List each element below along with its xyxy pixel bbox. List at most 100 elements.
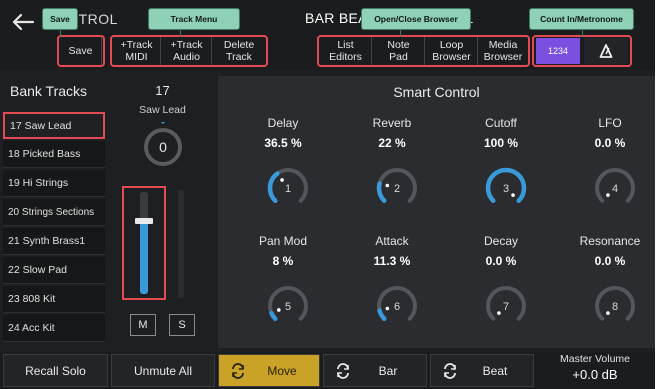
knob-label: Attack <box>375 234 409 248</box>
master-volume-label: Master Volume <box>559 353 631 365</box>
master-volume-value[interactable]: +0.0 dB <box>540 367 650 382</box>
knob-index: 1 <box>285 183 291 195</box>
knob-pointer <box>385 183 390 188</box>
recall-solo-button[interactable]: Recall Solo <box>3 354 108 387</box>
pan-knob-value: 0 <box>159 139 167 155</box>
mute-button[interactable]: M <box>130 314 156 336</box>
smart-control-panel: Smart Control Delay 36.5 % 1 Reverb 22 % 2 Cut… <box>218 76 655 348</box>
knob-value: 8 % <box>272 254 294 268</box>
callout-count-in: Count In/Metronome <box>529 8 634 30</box>
knob-pointer <box>385 306 390 311</box>
track-item-20[interactable]: 20 Strings Sections <box>3 199 105 226</box>
move-label: Move <box>267 363 297 378</box>
cycle-icon <box>444 363 456 379</box>
track-menu-highlight <box>110 35 268 67</box>
bank-tracks-panel: Bank Tracks 17 Saw Lead 18 Picked Bass 1… <box>0 78 108 348</box>
knob-value: 22 % <box>378 136 406 150</box>
knob-dial[interactable]: 7 <box>476 276 536 336</box>
channel-name: Saw Lead <box>139 104 186 116</box>
track-item-22[interactable]: 22 Slow Pad <box>3 257 105 284</box>
knob-index: 8 <box>612 301 618 313</box>
knob-index: 4 <box>612 183 618 195</box>
knob-pan-mod[interactable]: Pan Mod 8 % 5 <box>233 234 343 344</box>
knob-cutoff[interactable]: Cutoff 100 % 3 <box>451 116 561 226</box>
knob-value: 100 % <box>483 136 519 150</box>
callout-track-menu-stem <box>180 30 181 37</box>
knob-reverb[interactable]: Reverb 22 % 2 <box>342 116 452 226</box>
knob-label: Resonance <box>579 234 641 248</box>
knob-decay[interactable]: Decay 0.0 % 7 <box>451 234 561 344</box>
track-item-24[interactable]: 24 Acc Kit <box>3 315 105 342</box>
knob-lfo[interactable]: LFO 0.0 % 4 <box>560 116 655 226</box>
beat-label: Beat <box>482 363 508 378</box>
knob-label: Delay <box>267 116 299 130</box>
knob-level-arc <box>269 310 278 321</box>
knob-value: 0.0 % <box>485 254 517 268</box>
knob-label: LFO <box>598 116 622 130</box>
fader-handle[interactable] <box>135 217 153 224</box>
knob-pointer <box>277 308 281 312</box>
knob-level-arc <box>377 308 387 321</box>
knob-value: 36.5 % <box>264 136 302 150</box>
knob-dial[interactable]: 2 <box>367 158 427 218</box>
channel-number: 17 <box>155 83 170 98</box>
knob-pointer <box>606 193 610 197</box>
knob-dial[interactable]: 1 <box>258 158 318 218</box>
knob-value: 0.0 % <box>594 136 626 150</box>
track-item-21[interactable]: 21 Synth Brass1 <box>3 228 105 255</box>
knob-index: 7 <box>503 301 509 313</box>
cycle-icon <box>337 363 349 379</box>
track-item-18[interactable]: 18 Picked Bass <box>3 141 105 168</box>
knob-level-arc <box>376 181 387 203</box>
knob-value: 0.0 % <box>594 254 626 268</box>
back-button[interactable] <box>8 8 38 36</box>
knob-attack[interactable]: Attack 11.3 % 6 <box>342 234 452 344</box>
top-bar: CONTROL BAR BEAT 1 1 1 1 to 33 1 Save +T… <box>0 0 655 70</box>
knob-label: Cutoff <box>485 116 517 130</box>
knob-pointer <box>497 311 501 315</box>
callout-count-in-stem <box>582 30 583 37</box>
knob-index: 5 <box>285 301 291 313</box>
callout-browser: Open/Close Browser <box>361 8 471 30</box>
fader-fill <box>140 220 148 294</box>
knob-resonance[interactable]: Resonance 0.0 % 8 <box>560 234 655 344</box>
bottom-bar: Recall Solo Unmute All Move Bar Beat Mas… <box>0 352 655 389</box>
knob-label: Decay <box>483 234 518 248</box>
move-button[interactable]: Move <box>218 354 320 387</box>
knob-pointer <box>280 178 284 182</box>
callout-track-menu: Track Menu <box>148 8 240 30</box>
channel-strip: 17 Saw Lead 0 M S <box>110 78 215 348</box>
knob-dial[interactable]: 8 <box>585 276 645 336</box>
level-meter <box>178 190 184 298</box>
beat-button[interactable]: Beat <box>430 354 534 387</box>
knob-delay[interactable]: Delay 36.5 % 1 <box>233 116 343 226</box>
bar-label: Bar <box>378 363 398 378</box>
bar-button[interactable]: Bar <box>323 354 427 387</box>
cycle-icon <box>232 363 244 379</box>
callout-save-stem <box>60 30 61 37</box>
smart-control-title: Smart Control <box>393 84 480 100</box>
save-highlight <box>57 35 105 67</box>
control-screen: CONTROL BAR BEAT 1 1 1 1 to 33 1 Save +T… <box>0 0 655 389</box>
knob-pointer <box>606 311 610 315</box>
knob-dial[interactable]: 3 <box>476 158 536 218</box>
knob-dial[interactable]: 5 <box>258 276 318 336</box>
knob-value: 11.3 % <box>373 254 411 268</box>
unmute-all-button[interactable]: Unmute All <box>111 354 215 387</box>
solo-button[interactable]: S <box>169 314 195 336</box>
knob-pointer <box>511 193 515 197</box>
count-in-highlight <box>532 35 632 67</box>
callout-browser-stem <box>400 30 401 37</box>
knob-index: 2 <box>394 183 400 195</box>
knob-label: Pan Mod <box>258 234 308 248</box>
knob-dial[interactable]: 6 <box>367 276 427 336</box>
track-item-17[interactable]: 17 Saw Lead <box>3 112 105 139</box>
track-item-19[interactable]: 19 Hi Strings <box>3 170 105 197</box>
knob-label: Reverb <box>372 116 412 130</box>
track-item-23[interactable]: 23 808 Kit <box>3 286 105 313</box>
bank-tracks-title: Bank Tracks <box>10 83 88 99</box>
browser-highlight <box>317 35 530 67</box>
callout-save: Save <box>42 8 78 30</box>
pan-knob[interactable]: 0 <box>138 122 188 172</box>
knob-dial[interactable]: 4 <box>585 158 645 218</box>
